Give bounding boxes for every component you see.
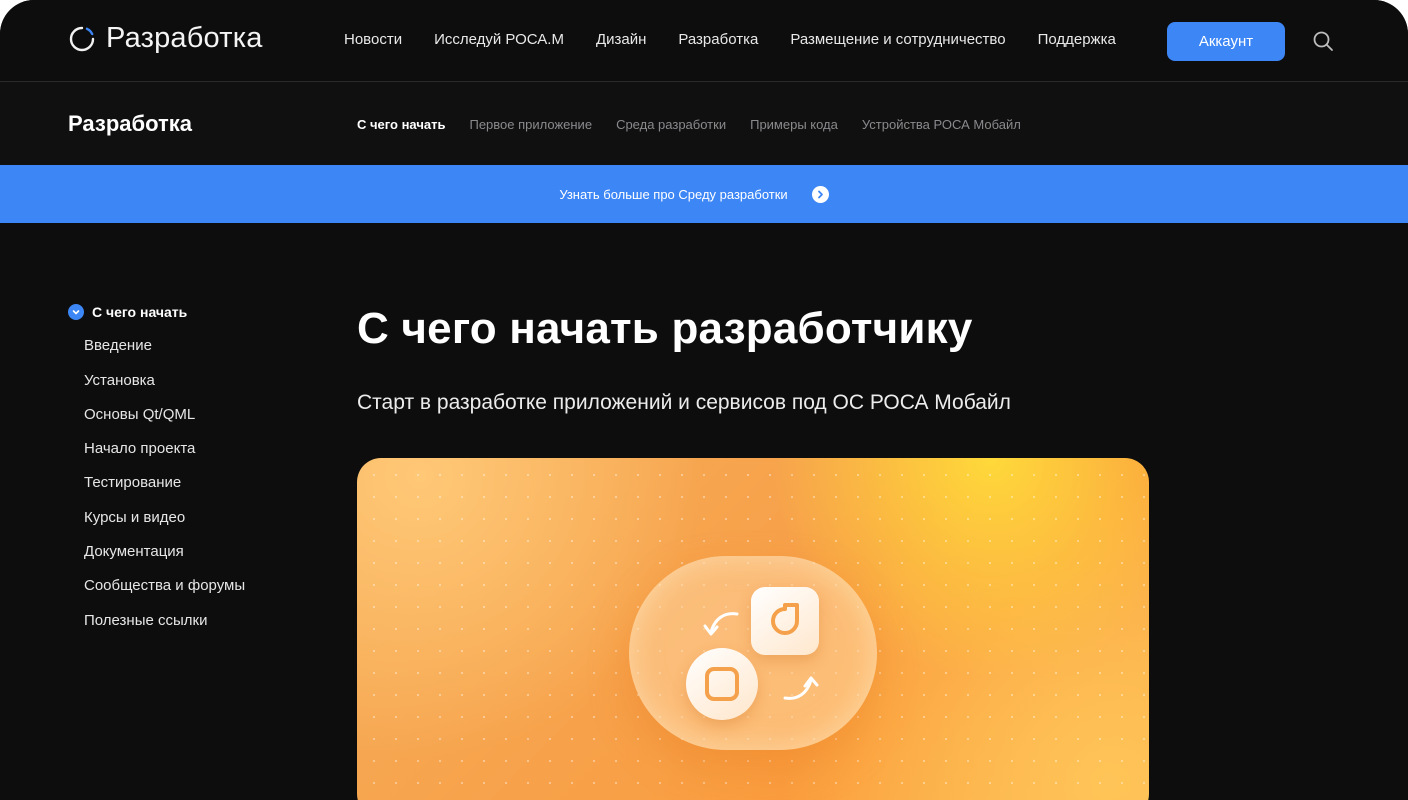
nav-item-partnership[interactable]: Размещение и сотрудничество [790,31,1005,48]
chevron-right-icon[interactable] [811,185,829,203]
page-title: С чего начать разработчику [357,304,973,353]
app-icon-rounded [751,587,819,655]
tab-code-samples[interactable]: Примеры кода [750,117,838,132]
app-icon-circle [686,648,758,720]
page-subtitle: Старт в разработке приложений и сервисов… [357,391,1011,414]
sidebar-item-installation[interactable]: Установка [84,371,245,391]
sidebar-item-qt-qml-basics[interactable]: Основы Qt/QML [84,405,245,425]
swap-arrow-icon-return [783,676,819,700]
top-header: Разработка Новости Исследуй РОСА.М Дизай… [0,0,1408,82]
rounded-app-glyph [771,603,799,635]
swap-arrow-icon [703,612,739,636]
section-tabs: С чего начать Первое приложение Среда ра… [357,117,1045,132]
hero-illustration [357,458,1149,800]
promo-banner-text[interactable]: Узнать больше про Среду разработки [559,187,787,202]
nav-item-design[interactable]: Дизайн [596,31,646,48]
browser-page: Разработка Новости Исследуй РОСА.М Дизай… [0,0,1408,800]
tab-getting-started[interactable]: С чего начать [357,117,445,132]
search-icon[interactable] [1312,30,1334,52]
sidebar-heading[interactable]: С чего начать [68,302,245,322]
check-glyph [72,310,80,315]
section-title: Разработка [68,111,192,136]
section-header: Разработка С чего начать Первое приложен… [0,82,1408,165]
tab-devices[interactable]: Устройства РОСА Мобайл [862,117,1021,132]
logo[interactable]: Разработка [68,22,263,55]
tab-dev-environment[interactable]: Среда разработки [616,117,726,132]
promo-banner-content: Узнать больше про Среду разработки [559,185,829,203]
sidebar-item-project-start[interactable]: Начало проекта [84,439,245,459]
account-button[interactable]: Аккаунт [1167,22,1285,61]
sidebar-item-courses[interactable]: Курсы и видео [84,508,245,528]
sidebar-heading-label: С чего начать [92,304,188,320]
logo-text: Разработка [106,22,263,54]
check-icon [68,304,84,320]
nav-item-news[interactable]: Новости [344,31,402,48]
promo-banner[interactable]: Узнать больше про Среду разработки [0,165,1408,223]
sidebar-item-introduction[interactable]: Введение [84,336,245,356]
nav-item-explore[interactable]: Исследуй РОСА.М [434,31,564,48]
sidebar-item-testing[interactable]: Тестирование [84,473,245,493]
top-nav: Новости Исследуй РОСА.М Дизайн Разработк… [344,31,1148,48]
sidebar-item-communities[interactable]: Сообщества и форумы [84,576,245,596]
nav-item-support[interactable]: Поддержка [1038,31,1116,48]
tab-first-app[interactable]: Первое приложение [469,117,592,132]
chevron-right-glyph [817,190,823,198]
nav-item-development[interactable]: Разработка [678,31,758,48]
logo-icon [69,26,95,51]
circle-app-glyph [705,667,739,701]
sidebar-list: Введение Установка Основы Qt/QML Начало … [68,336,245,630]
sidebar-item-useful-links[interactable]: Полезные ссылки [84,611,245,631]
sidebar-item-documentation[interactable]: Документация [84,542,245,562]
sidebar: С чего начать Введение Установка Основы … [68,302,245,631]
